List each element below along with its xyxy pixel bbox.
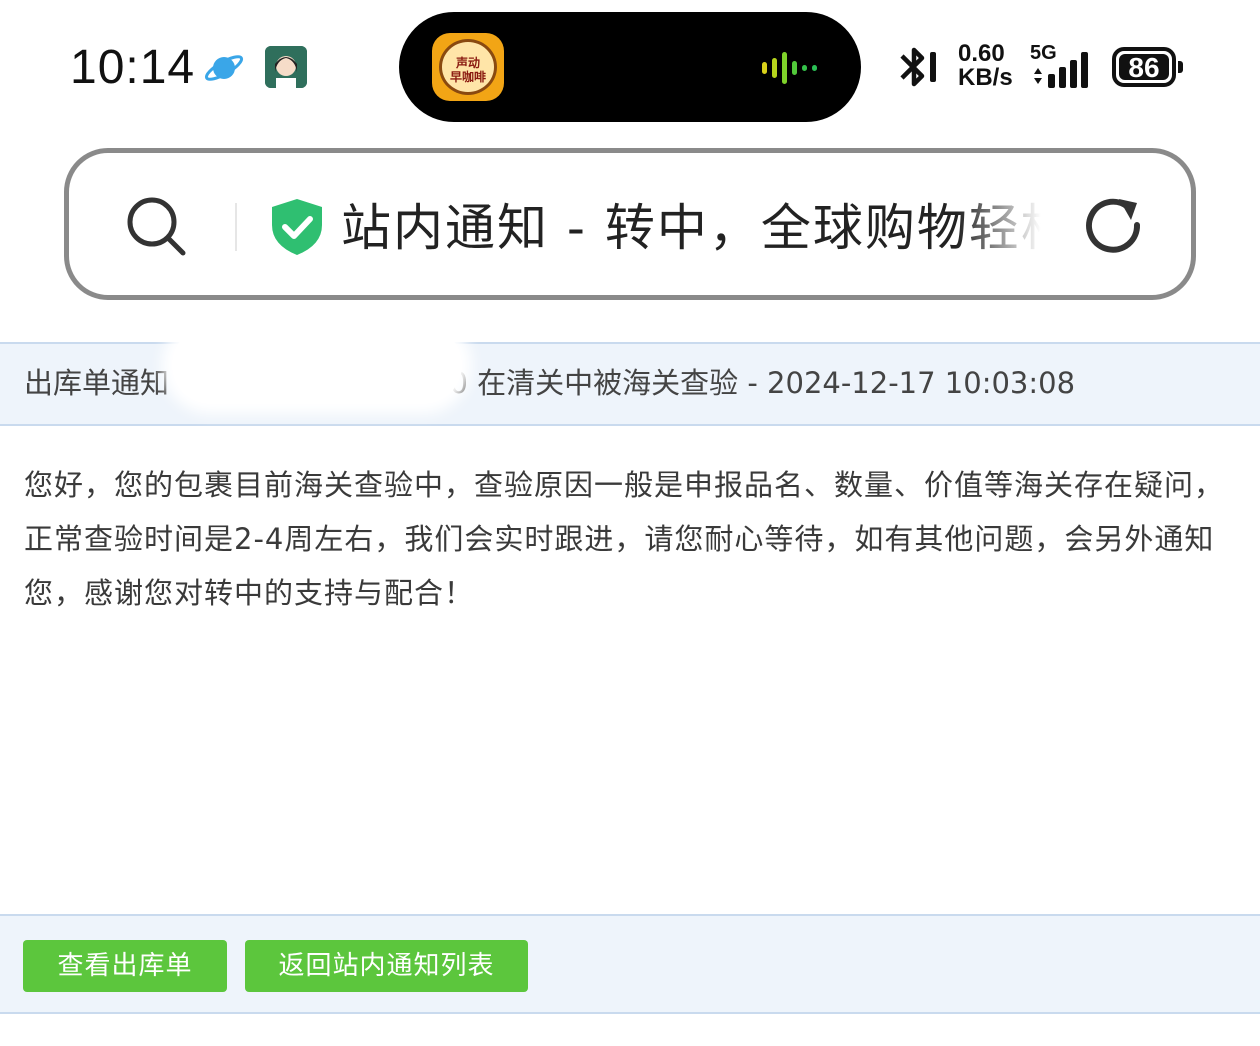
reload-icon[interactable] xyxy=(1083,195,1147,259)
bluetooth-icon xyxy=(900,47,936,87)
dynamic-island[interactable]: 声动 早咖啡 xyxy=(399,12,861,122)
battery-level: 86 xyxy=(1119,54,1169,82)
shield-check-icon[interactable] xyxy=(269,197,325,257)
address-bar[interactable]: 站内通知 - 转中，全球购物轻松 xyxy=(64,148,1196,300)
status-bar: 10:14 声动 早咖啡 0.60 KB/s 5G 86 xyxy=(0,0,1260,130)
redaction-mark xyxy=(172,326,462,404)
signal-icon xyxy=(1034,52,1088,88)
page: 10:14 声动 早咖啡 0.60 KB/s 5G 86 站内通知 - 转中，全… xyxy=(0,0,1260,1046)
app-thumbnail[interactable]: 声动 早咖啡 xyxy=(432,33,504,101)
network-speed-unit: KB/s xyxy=(958,64,1013,91)
notice-body: 您好，您的包裹目前海关查验中，查验原因一般是申报品名、数量、价值等海关存在疑问，… xyxy=(24,468,1225,610)
notice-title-prefix: 出库单通知 xyxy=(24,366,170,400)
search-icon[interactable] xyxy=(125,195,187,257)
app-thumbnail-text: 声动 早咖啡 xyxy=(449,56,486,84)
address-divider xyxy=(235,203,237,251)
network-speed-value: 0.60 xyxy=(958,40,1005,67)
action-bar: 查看出库单 返回站内通知列表 xyxy=(0,914,1260,1014)
battery-icon: 86 xyxy=(1112,47,1176,87)
waveform-icon xyxy=(762,52,817,84)
notice-title-suffix: 00 在清关中被海关查验 - 2024-12-17 10:03:08 xyxy=(431,366,1076,400)
coffee-cup-icon: 声动 早咖啡 xyxy=(439,39,497,95)
status-time: 10:14 xyxy=(70,41,196,94)
battery-cap xyxy=(1178,61,1183,73)
planet-icon xyxy=(204,55,244,81)
back-to-list-button[interactable]: 返回站内通知列表 xyxy=(245,940,528,992)
page-title-container[interactable]: 站内通知 - 转中，全球购物轻松 xyxy=(341,193,1041,263)
avatar xyxy=(265,46,307,88)
page-title: 站内通知 - 转中，全球购物轻松 xyxy=(341,199,1041,257)
view-order-button[interactable]: 查看出库单 xyxy=(23,940,227,992)
network-speed: 0.60 KB/s xyxy=(958,42,1022,90)
